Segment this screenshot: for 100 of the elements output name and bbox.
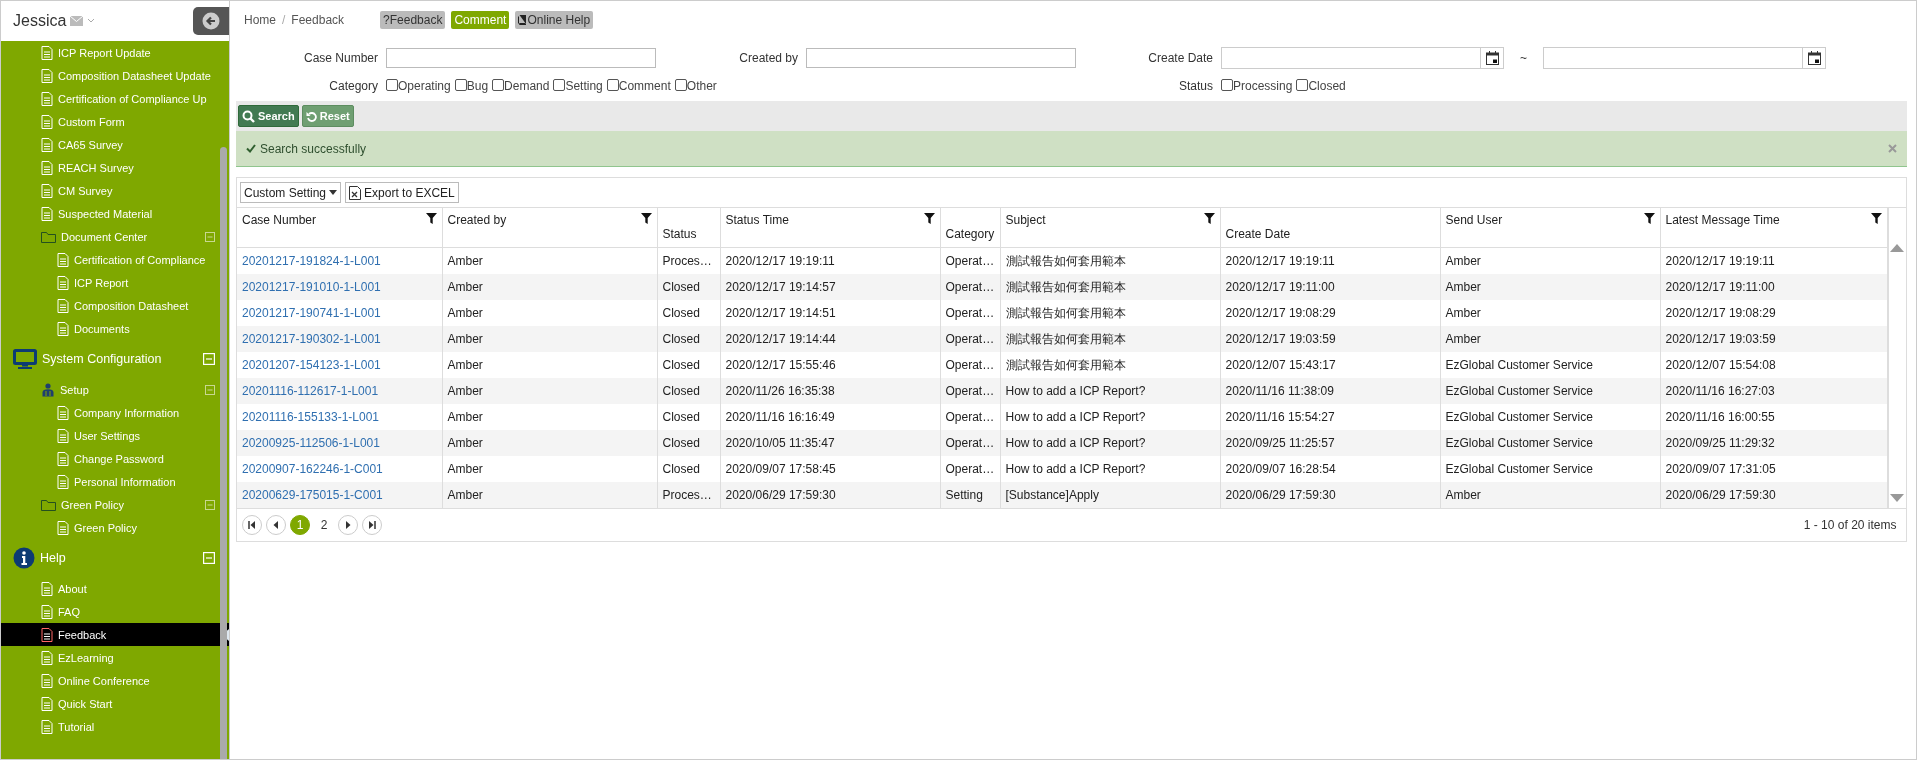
export-button[interactable]: Export to EXCEL [345, 182, 459, 203]
page-button[interactable]: 1 [290, 515, 310, 535]
scroll-down-icon[interactable] [1890, 494, 1904, 502]
sidebar-item[interactable]: Suspected Material [1, 202, 229, 225]
collapse-sidebar-button[interactable] [193, 7, 229, 35]
checkbox-option[interactable]: Processing [1221, 79, 1293, 93]
sidebar-item[interactable]: REACH Survey [1, 156, 229, 179]
collapse-icon[interactable] [205, 499, 215, 510]
sidebar-item[interactable]: Quick Start [1, 692, 229, 715]
sidebar-item[interactable]: CA65 Survey [1, 133, 229, 156]
breadcrumb-link[interactable]: Home [244, 13, 276, 27]
sidebar-item[interactable]: Green Policy [1, 493, 229, 516]
case-link[interactable]: 20201116-155133-1-L001 [242, 410, 379, 424]
case-link[interactable]: 20201207-154123-1-L001 [242, 358, 381, 372]
sidebar-item[interactable]: EzLearning [1, 646, 229, 669]
header-button[interactable]: Comment [451, 11, 510, 29]
checkbox-option[interactable]: Comment [606, 79, 671, 93]
document-icon [57, 520, 69, 535]
checkbox-option[interactable]: Other [674, 79, 717, 93]
table-cell: 2020/12/17 19:14:44 [720, 326, 940, 352]
document-icon [57, 428, 69, 443]
caret-down-icon[interactable] [87, 18, 96, 24]
sidebar-section[interactable]: System Configuration [1, 340, 229, 378]
checkbox-option[interactable]: Closed [1296, 79, 1346, 93]
text-field[interactable] [386, 48, 656, 68]
sidebar-item[interactable]: CM Survey [1, 179, 229, 202]
column-header[interactable]: Created by [442, 208, 657, 248]
table-cell: 2020/12/17 19:14:57 [720, 274, 940, 300]
checkbox-option[interactable]: Setting [553, 79, 603, 93]
sidebar-item[interactable]: Tutorial [1, 715, 229, 738]
folder-icon [41, 230, 56, 243]
sidebar-item[interactable]: User Settings [1, 424, 229, 447]
sidebar-item[interactable]: FAQ [1, 600, 229, 623]
reset-button[interactable]: Reset [301, 105, 354, 127]
filter-icon[interactable] [640, 213, 652, 224]
previous-page-button[interactable] [266, 515, 286, 535]
header-button[interactable]: ?Feedback [380, 11, 446, 29]
calendar-icon[interactable] [1807, 51, 1821, 65]
user-name[interactable]: Jessica [13, 12, 67, 30]
column-header[interactable]: Case Number [237, 208, 442, 248]
filter-icon[interactable] [1870, 213, 1882, 224]
filter-icon[interactable] [923, 213, 935, 224]
checkbox-option[interactable]: Demand [492, 79, 550, 93]
search-icon [242, 109, 255, 123]
document-icon [57, 474, 69, 489]
filter-icon[interactable] [425, 213, 437, 224]
first-page-button[interactable] [242, 515, 262, 535]
sidebar-item[interactable]: ICP Report [1, 271, 229, 294]
collapse-icon[interactable] [205, 384, 215, 395]
sidebar-item[interactable]: Setup [1, 378, 229, 401]
case-link[interactable]: 20200907-162246-1-C001 [242, 462, 383, 476]
sidebar-item[interactable]: Company Information [1, 401, 229, 424]
filter-icon[interactable] [1643, 213, 1655, 224]
table-cell: 2020/06/29 17:59:30 [1220, 482, 1440, 508]
column-header[interactable]: Status [657, 208, 720, 248]
filter-icon[interactable] [1203, 213, 1215, 224]
envelope-icon[interactable] [70, 16, 84, 26]
sidebar-item[interactable]: Online Conference [1, 669, 229, 692]
sidebar-item[interactable]: Change Password [1, 447, 229, 470]
checkbox-option[interactable]: Operating [386, 79, 451, 93]
table-cell: EzGlobal Customer Service [1440, 430, 1660, 456]
column-header[interactable]: Send User [1440, 208, 1660, 248]
date-field[interactable] [1221, 47, 1504, 69]
sidebar-item[interactable]: Certification of Compliance [1, 248, 229, 271]
table-cell: How to add a ICP Report? [1000, 378, 1220, 404]
column-header[interactable]: Subject [1000, 208, 1220, 248]
search-button[interactable]: Search [238, 105, 299, 127]
column-header[interactable]: Status Time [720, 208, 940, 248]
document-icon [41, 673, 53, 688]
sidebar-item[interactable]: About [1, 577, 229, 600]
sidebar-item[interactable]: Feedback [1, 623, 229, 646]
sidebar-item[interactable]: Custom Form [1, 110, 229, 133]
table-cell: 2020/12/17 19:11:00 [1660, 274, 1887, 300]
header-button[interactable]: Online Help [515, 11, 594, 29]
sidebar-item[interactable]: Composition Datasheet [1, 294, 229, 317]
checkbox-option[interactable]: Bug [454, 79, 489, 93]
sidebar-section[interactable]: Help [1, 539, 229, 577]
sidebar-item[interactable]: Certification of Compliance Up [1, 87, 229, 110]
breadcrumb-separator: / [282, 13, 286, 27]
scroll-up-icon[interactable] [1890, 244, 1904, 252]
column-header[interactable]: Create Date [1220, 208, 1440, 248]
column-header[interactable]: Category [940, 208, 1000, 248]
sidebar-item[interactable]: Document Center [1, 225, 229, 248]
sidebar-item[interactable]: Personal Information [1, 470, 229, 493]
next-page-button[interactable] [338, 515, 358, 535]
sidebar-item[interactable]: Documents [1, 317, 229, 340]
case-link[interactable]: 20201217-191824-1-L001 [242, 254, 381, 268]
sidebar-item[interactable]: ICP Report Update [1, 41, 229, 64]
close-icon[interactable] [1887, 144, 1897, 153]
column-header[interactable]: Latest Message Time [1660, 208, 1887, 248]
sidebar-item[interactable]: Composition Datasheet Update [1, 64, 229, 87]
case-link[interactable]: 20201217-190741-1-L001 [242, 306, 381, 320]
collapse-icon[interactable] [205, 231, 215, 242]
text-field[interactable] [806, 48, 1076, 68]
sidebar-scrollbar[interactable] [220, 147, 227, 759]
last-page-button[interactable] [362, 515, 382, 535]
date-field[interactable] [1543, 47, 1826, 69]
custom-setting-dropdown[interactable]: Custom Setting [240, 182, 342, 203]
sidebar-item[interactable]: Green Policy [1, 516, 229, 539]
calendar-icon[interactable] [1485, 51, 1499, 65]
